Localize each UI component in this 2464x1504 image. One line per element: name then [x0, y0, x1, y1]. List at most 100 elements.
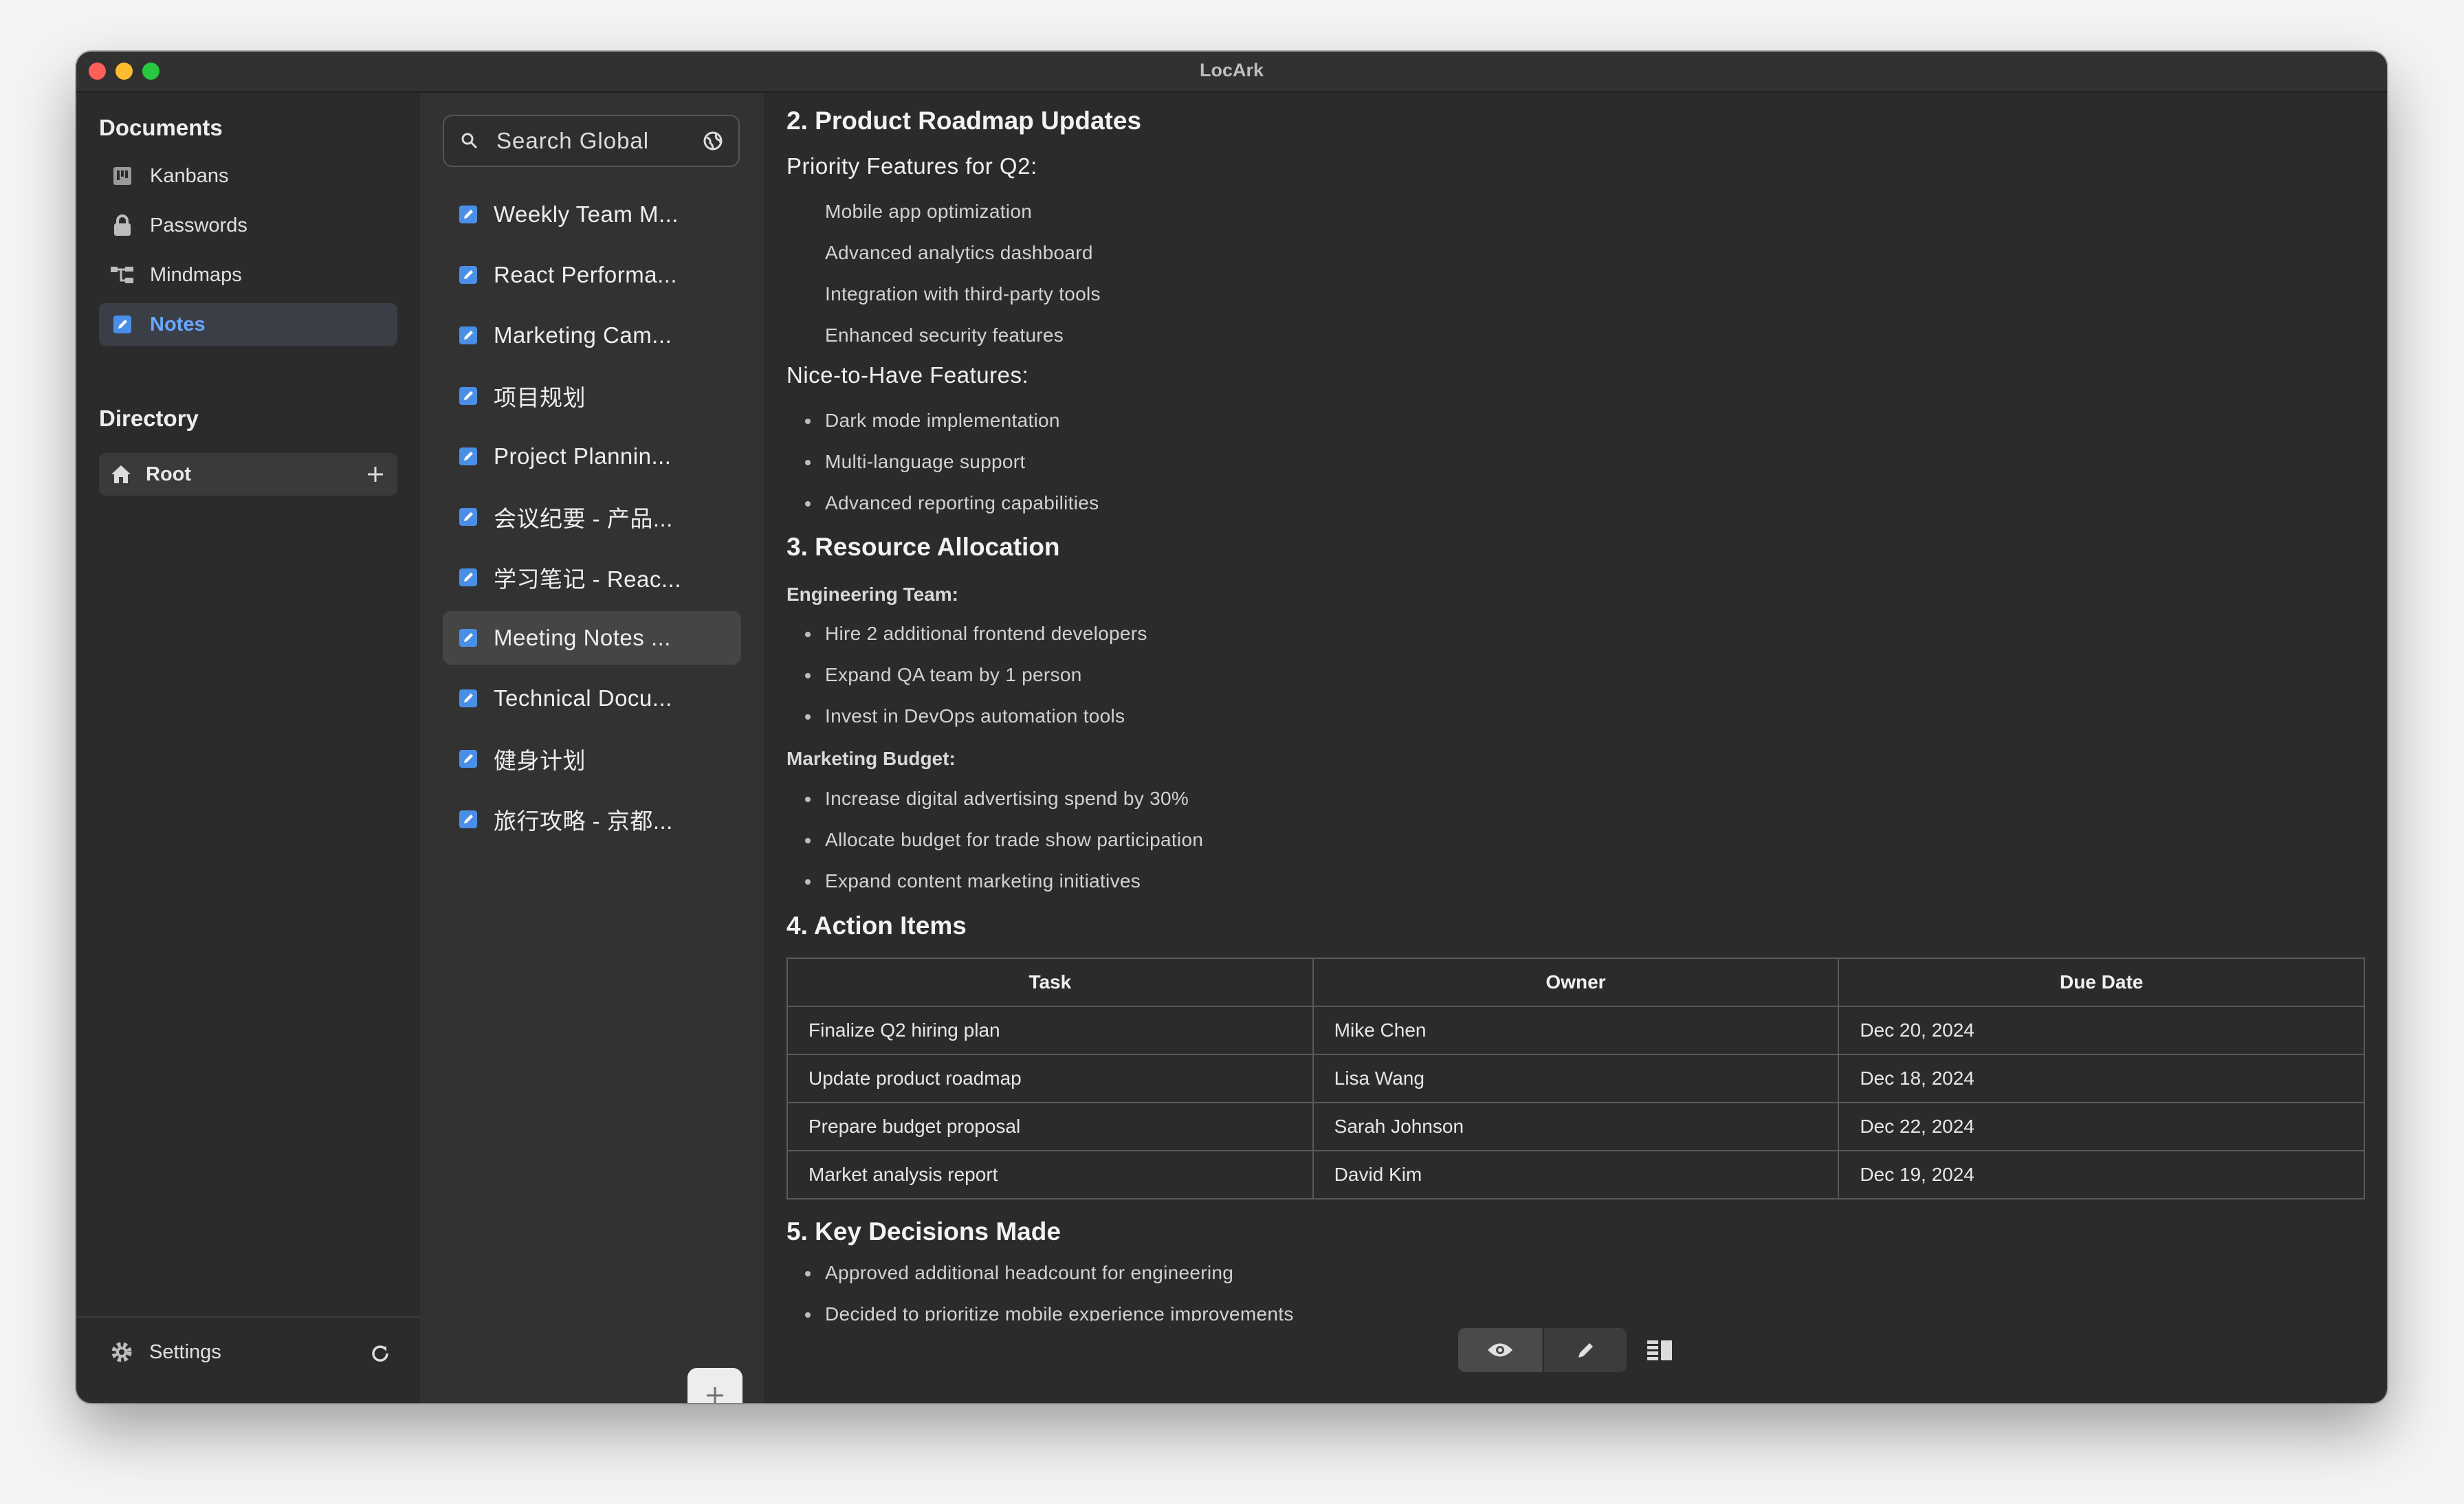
note-title: Project Plannin... [494, 443, 672, 469]
section-heading: 4. Action Items [786, 911, 967, 940]
title-bar: LocArk [76, 52, 2387, 93]
list-item: Integration with third-party tools [825, 283, 1101, 305]
note-list-item[interactable]: 旅行攻略 - 京都... [443, 793, 741, 846]
note-icon [456, 445, 480, 468]
list-item: Invest in DevOps automation tools [825, 705, 1125, 727]
split-view-button[interactable] [1644, 1337, 1675, 1364]
bullet [805, 1271, 811, 1276]
note-list-item[interactable]: Weekly Team M... [443, 188, 741, 241]
note-icon [456, 626, 480, 650]
note-title: Technical Docu... [494, 685, 672, 711]
sidebar: Documents Kanbans Passwords Mindmaps Not… [76, 93, 420, 1403]
split-view-icon [1647, 1340, 1672, 1360]
settings-button[interactable]: Settings [108, 1338, 221, 1366]
list-item: Decided to prioritize mobile experience … [825, 1303, 1294, 1321]
table-cell: David Kim [1312, 1150, 1840, 1199]
list-item: Dark mode implementation [825, 410, 1060, 431]
sidebar-item-passwords[interactable]: Passwords [99, 204, 397, 247]
sidebar-item-label: Kanbans [150, 164, 229, 187]
note-list-item[interactable]: 项目规划 [443, 369, 741, 423]
list-item: Hire 2 additional frontend developers [825, 623, 1147, 644]
note-list-item[interactable]: 健身计划 [443, 732, 741, 786]
note-list-item[interactable]: Meeting Notes ... [443, 611, 741, 665]
list-item: Increase digital advertising spend by 30… [825, 788, 1189, 809]
root-label: Root [146, 463, 192, 485]
table-row: Market analysis report David Kim Dec 19,… [786, 1150, 2365, 1199]
sidebar-item-label: Passwords [150, 214, 248, 236]
bullet [805, 714, 811, 720]
note-icon [456, 808, 480, 831]
add-note-button[interactable] [688, 1368, 742, 1403]
note-icon [456, 687, 480, 710]
home-icon [107, 461, 135, 488]
list-item: Advanced analytics dashboard [825, 242, 1093, 263]
search-box[interactable] [443, 115, 740, 167]
table-cell: Prepare budget proposal [786, 1102, 1314, 1151]
note-list-item[interactable]: 会议纪要 - 产品... [443, 490, 741, 544]
note-title: Marketing Cam... [494, 322, 672, 348]
bullet [805, 632, 811, 637]
table-cell: Finalize Q2 hiring plan [786, 1006, 1314, 1055]
note-title: Weekly Team M... [494, 201, 679, 227]
note-list-item[interactable]: Technical Docu... [443, 672, 741, 725]
globe-icon[interactable] [701, 129, 725, 153]
bullet [805, 838, 811, 843]
documents-heading: Documents [99, 115, 223, 140]
search-input[interactable] [495, 127, 690, 155]
list-item: Multi-language support [825, 451, 1026, 472]
view-mode-toolbar [1458, 1328, 1627, 1372]
table-row: Prepare budget proposal Sarah Johnson De… [786, 1102, 2365, 1151]
subheading: Nice-to-Have Features: [786, 362, 1029, 388]
preview-mode-button[interactable] [1458, 1328, 1542, 1372]
sidebar-footer: Settings [76, 1316, 420, 1403]
table-cell: Mike Chen [1312, 1006, 1840, 1055]
note-icon [456, 263, 480, 287]
note-icon [456, 203, 480, 226]
table-cell: Update product roadmap [786, 1054, 1314, 1103]
table-cell: Dec 20, 2024 [1838, 1006, 2365, 1055]
pencil-icon [1578, 1343, 1593, 1358]
list-item: Approved additional headcount for engine… [825, 1262, 1234, 1283]
note-title: 旅行攻略 - 京都... [494, 808, 673, 834]
table-header-row: Task Owner Due Date [786, 958, 2365, 1007]
table-row: Finalize Q2 hiring plan Mike Chen Dec 20… [786, 1006, 2365, 1055]
sidebar-item-kanbans[interactable]: Kanbans [99, 155, 397, 197]
table-cell: Dec 19, 2024 [1838, 1150, 2365, 1199]
app-window: LocArk Documents Kanbans Passwords Mindm… [76, 52, 2387, 1403]
bullet [805, 501, 811, 507]
list-item: Enhanced security features [825, 324, 1064, 346]
subheading: Priority Features for Q2: [786, 153, 1037, 179]
column-header: Task [786, 958, 1314, 1007]
table-cell: Lisa Wang [1312, 1054, 1840, 1103]
list-item: Allocate budget for trade show participa… [825, 829, 1204, 850]
note-title: 健身计划 [494, 748, 586, 773]
note-title: 会议纪要 - 产品... [494, 506, 673, 531]
section-heading: 5. Key Decisions Made [786, 1217, 1061, 1246]
bullet [805, 460, 811, 465]
sidebar-item-label: Notes [150, 313, 206, 335]
note-list-item[interactable]: React Performa... [443, 248, 741, 302]
note-list-item[interactable]: 学习笔记 - Reac... [443, 551, 741, 604]
search-icon [459, 131, 480, 151]
subheading: Engineering Team: [786, 584, 958, 605]
section-heading: 2. Product Roadmap Updates [786, 107, 1142, 135]
refresh-icon[interactable] [368, 1341, 393, 1366]
note-title: React Performa... [494, 262, 678, 287]
table-cell: Dec 18, 2024 [1838, 1054, 2365, 1103]
edit-mode-button[interactable] [1543, 1328, 1628, 1372]
note-list-item[interactable]: Marketing Cam... [443, 309, 741, 362]
column-header: Owner [1312, 958, 1840, 1007]
window-title: LocArk [1199, 60, 1264, 80]
note-icon [109, 311, 136, 338]
note-icon [456, 566, 480, 589]
list-item: Advanced reporting capabilities [825, 492, 1099, 513]
note-list-item[interactable]: Project Plannin... [443, 430, 741, 483]
bullet [805, 673, 811, 678]
add-folder-icon[interactable] [363, 462, 388, 487]
subheading: Marketing Budget: [786, 748, 956, 769]
sidebar-item-mindmaps[interactable]: Mindmaps [99, 254, 397, 296]
note-icon [456, 747, 480, 771]
directory-root[interactable]: Root [99, 453, 397, 496]
note-content: 2. Product Roadmap Updates Priority Feat… [764, 93, 2387, 1403]
sidebar-item-notes[interactable]: Notes [99, 303, 397, 346]
